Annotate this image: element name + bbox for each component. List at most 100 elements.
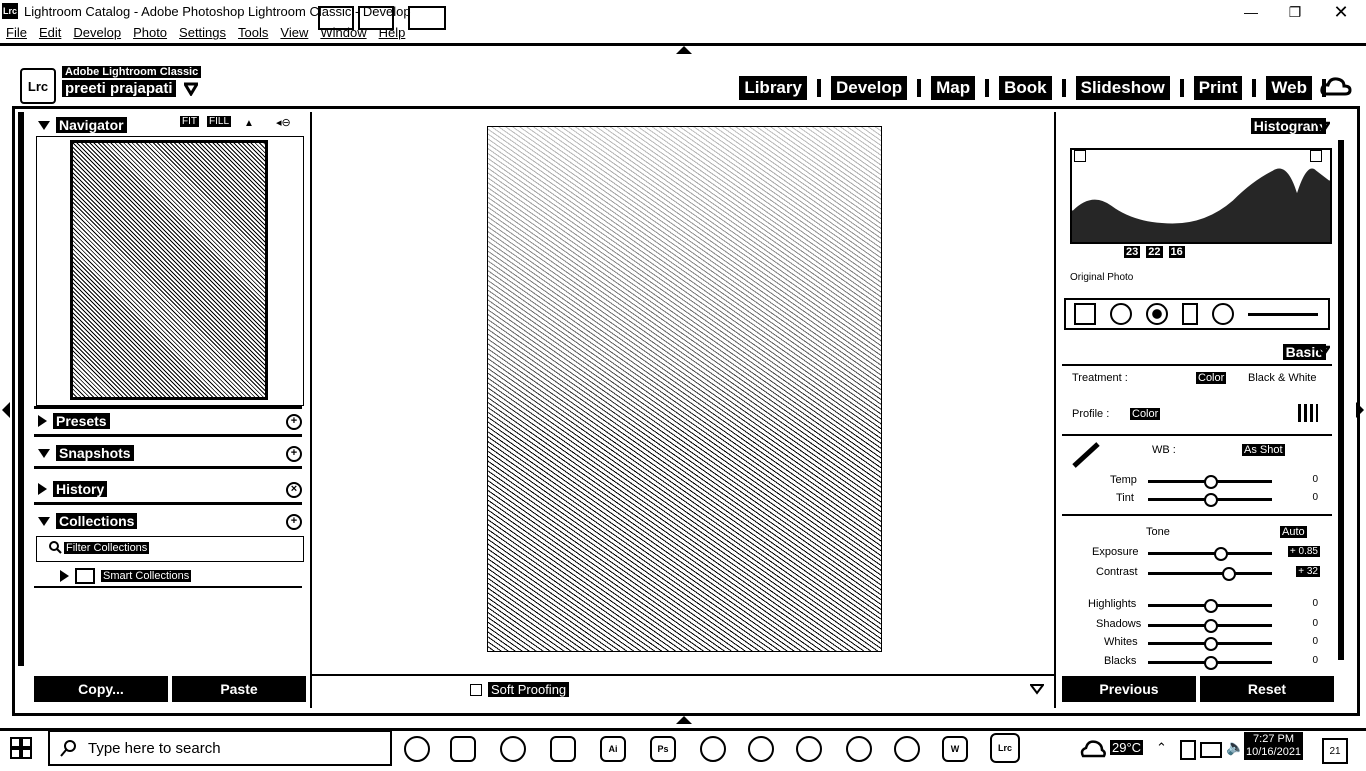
left-scrollbar[interactable] bbox=[18, 112, 24, 666]
menu-edit[interactable]: Edit bbox=[33, 24, 67, 42]
left-panel-toggle-icon[interactable] bbox=[1, 400, 11, 420]
zoom-fill[interactable]: FILL bbox=[207, 116, 232, 127]
close-icon[interactable]: ✕ bbox=[1318, 0, 1364, 24]
graduated-filter-icon[interactable] bbox=[1182, 303, 1198, 325]
illustrator-icon[interactable]: Ai bbox=[600, 736, 626, 762]
expand-icon[interactable] bbox=[60, 570, 69, 582]
slider-knob[interactable] bbox=[1204, 599, 1218, 613]
network-icon[interactable] bbox=[1200, 742, 1222, 758]
highlights-value[interactable]: 0 bbox=[1310, 598, 1320, 609]
edge-icon[interactable] bbox=[500, 736, 526, 762]
histogram-title[interactable]: Histogram bbox=[1250, 118, 1326, 134]
paste-button[interactable]: Paste bbox=[172, 676, 306, 702]
cloud-icon[interactable] bbox=[1320, 74, 1352, 98]
volume-icon[interactable]: 🔈 bbox=[1226, 738, 1245, 756]
shadows-value[interactable]: 0 bbox=[1310, 618, 1320, 629]
loupe-view-icon[interactable] bbox=[318, 6, 354, 30]
before-after-view-icon[interactable] bbox=[358, 6, 394, 30]
slider-knob[interactable] bbox=[1222, 567, 1236, 581]
snapshots-header[interactable]: Snapshots bbox=[38, 444, 134, 462]
whatsapp-icon[interactable] bbox=[894, 736, 920, 762]
module-library[interactable]: Library bbox=[739, 76, 807, 100]
filmstrip-toggle-icon[interactable] bbox=[674, 714, 694, 726]
chat-icon[interactable] bbox=[846, 736, 872, 762]
whites-value[interactable]: 0 bbox=[1310, 636, 1320, 647]
red-eye-icon[interactable] bbox=[1146, 303, 1168, 325]
photoshop-icon[interactable]: Ps bbox=[650, 736, 676, 762]
menu-develop[interactable]: Develop bbox=[67, 24, 127, 42]
obs-icon[interactable] bbox=[404, 736, 430, 762]
temp-slider[interactable] bbox=[1148, 475, 1272, 489]
wb-dropdown[interactable]: As Shot bbox=[1242, 444, 1285, 456]
blacks-value[interactable]: 0 bbox=[1310, 655, 1320, 666]
notifications-icon[interactable]: 21 bbox=[1322, 738, 1348, 764]
menu-file[interactable]: File bbox=[0, 24, 33, 42]
brush-slider[interactable] bbox=[1248, 312, 1318, 316]
slider-knob[interactable] bbox=[1204, 656, 1218, 670]
add-collection-icon[interactable]: + bbox=[286, 514, 302, 530]
module-web[interactable]: Web bbox=[1266, 76, 1312, 100]
history-header[interactable]: History bbox=[38, 480, 108, 498]
zoom-up-icon[interactable]: ▲ bbox=[244, 118, 254, 129]
temp-value[interactable]: 0 bbox=[1310, 474, 1320, 485]
module-print[interactable]: Print bbox=[1193, 76, 1243, 100]
spot-removal-icon[interactable] bbox=[1110, 303, 1132, 325]
add-snapshot-icon[interactable]: + bbox=[286, 446, 302, 462]
file-explorer-icon[interactable] bbox=[550, 736, 576, 762]
right-scrollbar[interactable] bbox=[1338, 140, 1344, 660]
shadow-clipping-icon[interactable] bbox=[1074, 150, 1086, 162]
slider-knob[interactable] bbox=[1204, 619, 1218, 633]
menu-photo[interactable]: Photo bbox=[127, 24, 173, 42]
film-icon[interactable] bbox=[450, 736, 476, 762]
reset-button[interactable]: Reset bbox=[1200, 676, 1334, 702]
module-book[interactable]: Book bbox=[999, 76, 1052, 100]
collapse-icon[interactable] bbox=[1316, 120, 1330, 134]
blacks-slider[interactable] bbox=[1148, 656, 1272, 670]
menu-settings[interactable]: Settings bbox=[173, 24, 232, 42]
chevron-up-icon[interactable]: ⌃ bbox=[1156, 740, 1167, 756]
clock[interactable]: 7:27 PM 10/16/2021 bbox=[1244, 732, 1304, 760]
presets-header[interactable]: Presets bbox=[38, 412, 110, 430]
collapse-icon[interactable] bbox=[1316, 344, 1330, 358]
right-panel-toggle-icon[interactable] bbox=[1355, 400, 1365, 420]
eyedropper-icon[interactable] bbox=[1070, 440, 1106, 470]
whites-slider[interactable] bbox=[1148, 637, 1272, 651]
navigator-header[interactable]: Navigator bbox=[38, 116, 127, 134]
crop-icon[interactable] bbox=[1074, 303, 1096, 325]
profile-browser-icon[interactable] bbox=[1298, 404, 1318, 422]
clear-history-icon[interactable]: × bbox=[286, 482, 302, 498]
module-map[interactable]: Map bbox=[931, 76, 976, 100]
minimize-icon[interactable]: — bbox=[1228, 0, 1274, 24]
toolbar-menu-icon[interactable] bbox=[1030, 682, 1044, 696]
treatment-color[interactable]: Color bbox=[1196, 372, 1227, 384]
contrast-slider[interactable] bbox=[1148, 567, 1272, 581]
menu-view[interactable]: View bbox=[274, 24, 314, 42]
temperature[interactable]: 29°C bbox=[1110, 740, 1144, 755]
slider-knob[interactable] bbox=[1204, 637, 1218, 651]
shadows-slider[interactable] bbox=[1148, 619, 1272, 633]
exposure-slider[interactable] bbox=[1148, 547, 1272, 561]
slider-knob[interactable] bbox=[1214, 547, 1228, 561]
chevron-down-icon[interactable] bbox=[184, 82, 198, 96]
collapse-top-panel-icon[interactable] bbox=[674, 44, 694, 56]
menu-tools[interactable]: Tools bbox=[232, 24, 274, 42]
exposure-value[interactable]: + 0.85 bbox=[1287, 546, 1320, 557]
collections-header[interactable]: Collections bbox=[38, 512, 138, 530]
before-after-swap-icon[interactable] bbox=[408, 6, 446, 30]
checkbox-icon[interactable] bbox=[470, 683, 482, 696]
navigator-preview[interactable] bbox=[70, 140, 268, 400]
highlights-slider[interactable] bbox=[1148, 599, 1272, 613]
smart-collections-item[interactable]: Smart Collections bbox=[60, 568, 192, 584]
usb-icon[interactable] bbox=[1180, 740, 1196, 760]
user-name[interactable]: preeti prajapati bbox=[62, 80, 176, 97]
module-develop[interactable]: Develop bbox=[830, 76, 908, 100]
highlight-clipping-icon[interactable] bbox=[1310, 150, 1322, 162]
photo-preview[interactable] bbox=[487, 126, 882, 652]
treatment-bw[interactable]: Black & White bbox=[1248, 372, 1316, 384]
slider-knob[interactable] bbox=[1204, 493, 1218, 507]
tint-value[interactable]: 0 bbox=[1310, 492, 1320, 503]
zoom-fit[interactable]: FIT bbox=[180, 116, 199, 127]
histogram[interactable] bbox=[1070, 148, 1332, 244]
lightroom-icon[interactable]: Lrc bbox=[990, 733, 1020, 763]
weather-icon[interactable] bbox=[1080, 736, 1106, 760]
